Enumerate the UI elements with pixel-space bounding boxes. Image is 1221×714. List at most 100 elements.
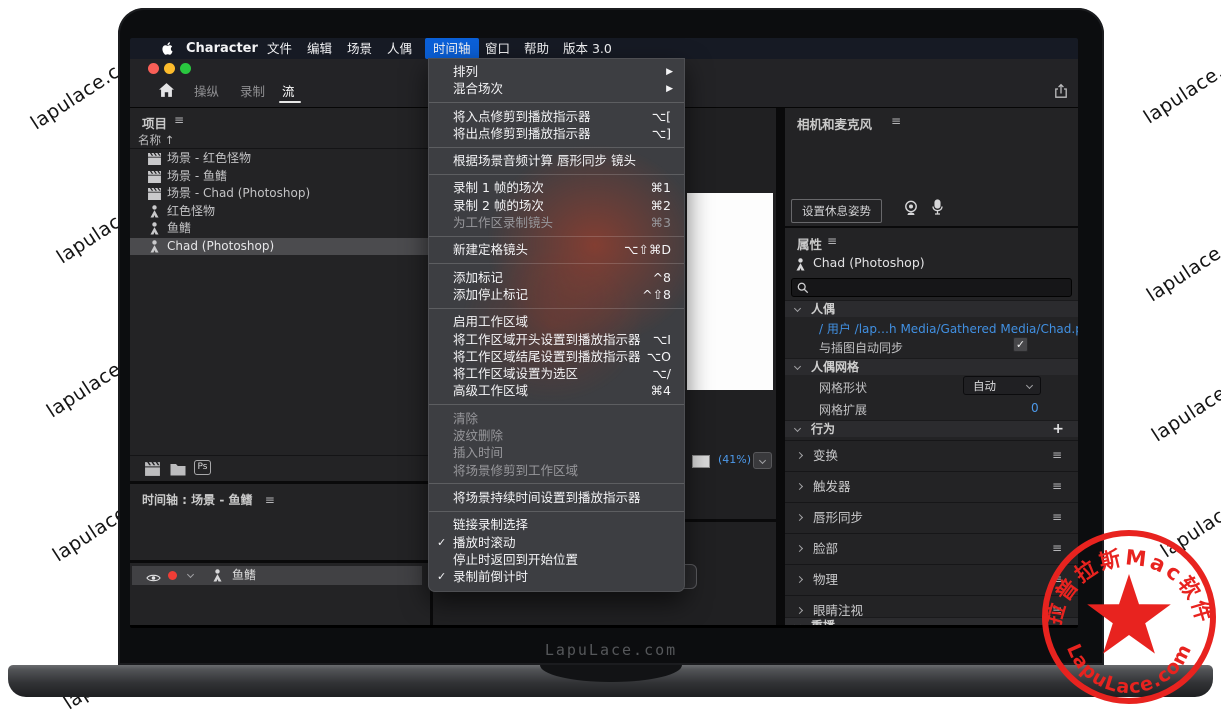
menu-item[interactable]: ✓ 插入时间 ▶ <box>429 444 684 461</box>
home-icon[interactable] <box>158 82 175 103</box>
shortcut-label: ⌥/ <box>652 365 671 382</box>
menu-bar-item[interactable]: 版本 3.0 <box>563 38 612 59</box>
track-label: 鱼鳍 <box>232 566 256 585</box>
menu-bar-item[interactable]: 编辑 <box>307 38 332 59</box>
section-puppet-mesh[interactable]: 人偶网格 <box>785 358 1078 375</box>
seal-stamp: 拉普拉斯Mac软件 LapuLace.com <box>1040 528 1218 706</box>
section-replays[interactable]: 重播 <box>785 617 1078 625</box>
project-row[interactable]: 场景 - Chad (Photoshop) <box>130 185 430 203</box>
behavior-row[interactable]: 触发器 ≡ <box>785 471 1078 500</box>
panel-menu-icon[interactable]: ≡ <box>827 234 837 248</box>
menu-item[interactable]: ✓ 停止时返回到开始位置 ▶ <box>429 551 684 568</box>
project-row[interactable]: 场景 - 鱼鳍 <box>130 168 430 186</box>
close-window-button[interactable] <box>148 63 159 74</box>
checkmark-icon: ✓ <box>437 534 446 551</box>
zoom-window-button[interactable] <box>180 63 191 74</box>
menu-item[interactable]: ✓ 将场景修剪到工作区域 ▶ <box>429 462 684 479</box>
tab-stream[interactable]: 流 <box>282 81 295 100</box>
set-rest-pose-button[interactable]: 设置休息姿势 <box>791 199 882 223</box>
chevron-right-icon <box>796 514 803 521</box>
scene-asset-icon[interactable] <box>144 461 161 480</box>
shortcut-label: ⌘1 <box>651 179 671 196</box>
menu-item[interactable]: ✓ 波纹删除 ▶ <box>429 427 684 444</box>
menu-bar-item[interactable]: 文件 <box>267 38 292 59</box>
eye-icon[interactable] <box>146 570 161 589</box>
menu-item[interactable]: ✓ 录制 1 帧的场次 ⌘1 ▶ <box>429 179 684 196</box>
share-icon[interactable] <box>1053 83 1069 103</box>
watermark: lapulace.com <box>1140 38 1221 129</box>
menu-item[interactable]: ✓ 播放时滚动 ▶ <box>429 534 684 551</box>
behavior-label: 唇形同步 <box>813 503 863 532</box>
mesh-shape-dropdown[interactable]: 自动 <box>963 376 1041 395</box>
webcam-icon[interactable] <box>903 200 919 220</box>
record-toggle[interactable] <box>168 571 177 580</box>
menu-item[interactable]: ✓ 启用工作区域 ▶ <box>429 313 684 330</box>
tab-rig[interactable]: 操纵 <box>194 81 219 100</box>
mesh-expand-value[interactable]: 0 <box>1031 401 1039 415</box>
tab-record[interactable]: 录制 <box>240 81 265 100</box>
behavior-row[interactable]: 唇形同步 ≡ <box>785 502 1078 531</box>
menu-bar-item[interactable]: 窗口 <box>485 38 510 59</box>
photoshop-icon[interactable]: Ps <box>194 460 211 475</box>
menu-item[interactable]: ✓ 混合场次 ▶ <box>429 80 684 97</box>
scene-canvas[interactable] <box>687 193 773 390</box>
chevron-right-icon <box>796 545 803 552</box>
behavior-row[interactable]: 脸部 ≡ <box>785 533 1078 562</box>
shortcut-label: ⌘4 <box>651 382 671 399</box>
menu-bar-item[interactable]: 帮助 <box>524 38 549 59</box>
search-input[interactable] <box>791 278 1072 297</box>
panel-menu-icon[interactable]: ≡ <box>891 114 901 128</box>
menu-item[interactable]: ✓ 添加停止标记 ^⇧8 ▶ <box>429 286 684 303</box>
behavior-row[interactable]: 变换 ≡ <box>785 440 1078 469</box>
behavior-row[interactable]: 物理 ≡ <box>785 564 1078 593</box>
menu-item[interactable]: ✓ 清除 ▶ <box>429 410 684 427</box>
auto-sync-checkbox[interactable]: ✓ <box>1013 337 1028 352</box>
menu-item[interactable]: ✓ 新建定格镜头 ⌥⇧⌘D ▶ <box>429 241 684 258</box>
chevron-down-icon[interactable] <box>187 571 194 578</box>
project-row-label: 场景 - 红色怪物 <box>167 150 251 168</box>
menu-item: ✓ ▶ <box>429 511 684 512</box>
behavior-menu-icon[interactable]: ≡ <box>1052 472 1062 501</box>
menu-item[interactable]: ✓ 将场景持续时间设置到播放指示器 ▶ <box>429 489 684 506</box>
minimize-window-button[interactable] <box>164 63 175 74</box>
section-puppet[interactable]: 人偶 <box>785 300 1078 317</box>
add-behavior-button[interactable]: + <box>1052 421 1064 438</box>
menu-bar-item[interactable]: 场景 <box>347 38 372 59</box>
source-file-link[interactable]: / 用户 /lap…h Media/Gathered Media/Chad.ps… <box>819 320 1078 337</box>
zoom-dropdown[interactable] <box>753 452 772 469</box>
timeline-track-row[interactable]: 鱼鳍 <box>132 566 422 585</box>
panel-menu-icon[interactable]: ≡ <box>174 113 184 127</box>
section-behaviors[interactable]: 行为 + <box>785 420 1078 437</box>
menu-bar-app-name[interactable]: Character <box>186 38 258 59</box>
project-row[interactable]: 场景 - 红色怪物 <box>130 150 430 168</box>
menu-item[interactable]: ✓ 将出点修剪到播放指示器 ⌥] ▶ <box>429 125 684 142</box>
properties-panel-title: 属性 <box>797 234 822 253</box>
apple-icon[interactable] <box>160 41 175 56</box>
menu-item[interactable]: ✓ 为工作区录制镜头 ⌘3 ▶ <box>429 214 684 231</box>
folder-icon[interactable] <box>170 461 186 480</box>
panel-menu-icon[interactable]: ≡ <box>265 493 275 507</box>
behavior-label: 物理 <box>813 565 838 594</box>
microphone-icon[interactable] <box>931 199 944 219</box>
project-row[interactable]: 红色怪物 <box>130 203 430 221</box>
menu-item[interactable]: ✓ 录制前倒计时 ▶ <box>429 568 684 585</box>
menu-item[interactable]: ✓ 录制 2 帧的场次 ⌘2 ▶ <box>429 197 684 214</box>
behavior-menu-icon[interactable]: ≡ <box>1052 441 1062 470</box>
menu-item[interactable]: ✓ 将入点修剪到播放指示器 ⌥[ ▶ <box>429 108 684 125</box>
menu-item[interactable]: ✓ 将工作区域开头设置到播放指示器 ⌥I ▶ <box>429 331 684 348</box>
menu-item[interactable]: ✓ 将工作区域设置为选区 ⌥/ ▶ <box>429 365 684 382</box>
menu-item: ✓ ▶ <box>429 263 684 264</box>
sort-header[interactable]: 名称 ↑ <box>130 132 430 149</box>
menu-item[interactable]: ✓ 高级工作区域 ⌘4 ▶ <box>429 382 684 399</box>
menu-item[interactable]: ✓ 将工作区域结尾设置到播放指示器 ⌥O ▶ <box>429 348 684 365</box>
menu-item[interactable]: ✓ 添加标记 ^8 ▶ <box>429 269 684 286</box>
menu-item[interactable]: ✓ 根据场景音频计算 唇形同步 镜头 ▶ <box>429 152 684 169</box>
project-row[interactable]: 鱼鳍 <box>130 220 430 238</box>
project-row[interactable]: Chad (Photoshop) <box>130 238 430 256</box>
menu-item[interactable]: ✓ 排列 ▶ <box>429 63 684 80</box>
menu-bar-item[interactable]: 人偶 <box>387 38 412 59</box>
menu-bar-item[interactable]: 时间轴 <box>425 38 479 59</box>
background-swatch[interactable] <box>692 455 710 468</box>
zoom-level[interactable]: (41%) <box>718 453 751 466</box>
menu-item[interactable]: ✓ 链接录制选择 ▶ <box>429 516 684 533</box>
